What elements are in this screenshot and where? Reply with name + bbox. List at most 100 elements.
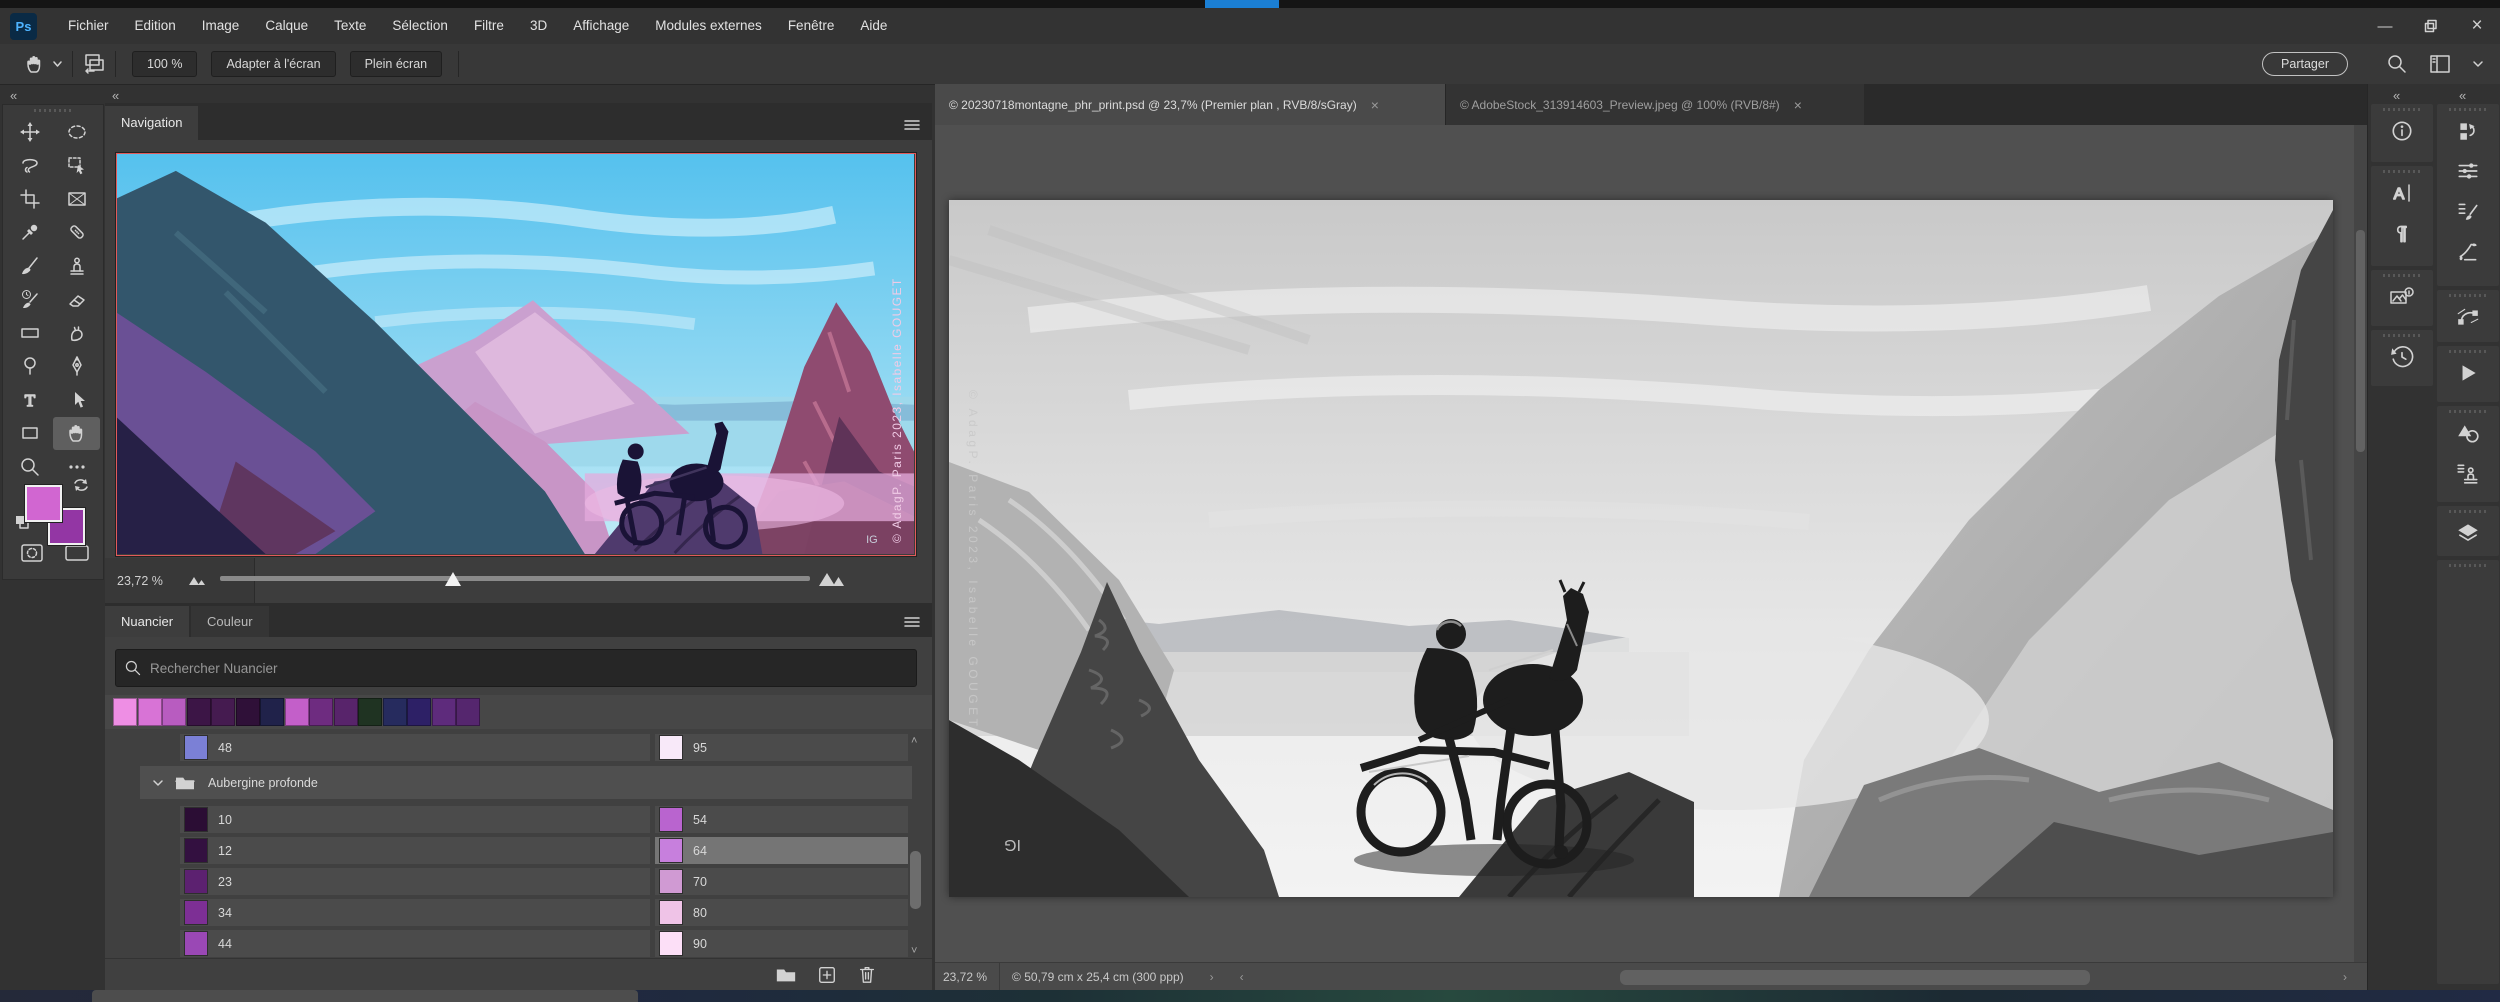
canvas-vertical-scrollbar[interactable] xyxy=(2354,125,2367,962)
lasso-tool[interactable] xyxy=(6,149,53,183)
recent-swatch[interactable] xyxy=(456,698,480,726)
swatch-group-header[interactable]: Aubergine profonde xyxy=(140,766,912,799)
scroll-up-icon[interactable]: ˄ xyxy=(911,735,917,747)
navigator-proxy-view-border[interactable] xyxy=(116,153,916,556)
tab-couleur[interactable]: Couleur xyxy=(191,606,269,637)
tool-presets-panel-button[interactable] xyxy=(2437,453,2499,493)
canvas-hscroll-thumb[interactable] xyxy=(1620,970,2090,985)
path-selection-tool[interactable] xyxy=(53,383,100,417)
tab-nuancier[interactable]: Nuancier xyxy=(105,606,189,637)
layer-comps-panel-button[interactable] xyxy=(2437,111,2499,151)
zoom-tool[interactable] xyxy=(6,450,53,484)
menu-affichage[interactable]: Affichage xyxy=(560,8,642,44)
close-tab-icon[interactable]: × xyxy=(1794,97,1802,113)
active-tool-icon-wrap[interactable] xyxy=(24,53,63,75)
trash-icon[interactable] xyxy=(857,964,877,985)
menu-modules-externes[interactable]: Modules externes xyxy=(642,8,775,44)
restore-button[interactable] xyxy=(2408,8,2454,44)
hscroll-right-icon[interactable]: › xyxy=(2343,970,2347,984)
shapes-panel-button[interactable] xyxy=(2437,413,2499,453)
menu-filtre[interactable]: Filtre xyxy=(461,8,517,44)
swatch-row-54[interactable]: 54 xyxy=(655,806,908,833)
swatch-row-64-selected[interactable]: 64 xyxy=(655,837,908,864)
swatch-row-90[interactable]: 90 xyxy=(655,930,908,957)
collapse-tools-dock-chevron[interactable]: « xyxy=(10,88,18,103)
fullscreen-button[interactable]: Plein écran xyxy=(350,51,443,77)
close-tab-icon[interactable]: × xyxy=(1371,97,1379,113)
clone-stamp-tool[interactable] xyxy=(53,249,100,283)
collapse-nav-dock-chevron[interactable]: « xyxy=(112,88,120,103)
recent-swatch[interactable] xyxy=(383,698,407,726)
status-zoom-field[interactable]: 23,72 % xyxy=(943,970,987,984)
panel-menu-icon[interactable] xyxy=(904,616,920,628)
status-expand-icon[interactable]: › xyxy=(1210,970,1214,984)
swatch-row-34[interactable]: 34 xyxy=(180,899,650,926)
document-tab-active[interactable]: © 20230718montagne_phr_print.psd @ 23,7%… xyxy=(935,84,1445,125)
workspace-icon[interactable] xyxy=(2428,53,2452,75)
swatch-search-field[interactable]: Rechercher Nuancier xyxy=(115,649,917,687)
zoom-out-mountain-icon[interactable] xyxy=(187,572,209,588)
paths-panel-button[interactable] xyxy=(2437,297,2499,337)
swatch-row-44[interactable]: 44 xyxy=(180,930,650,957)
panel-menu-icon[interactable] xyxy=(904,119,920,131)
menu-image[interactable]: Image xyxy=(189,8,253,44)
quick-mask-icon[interactable] xyxy=(20,543,44,563)
panel-drag-handle[interactable] xyxy=(34,109,72,112)
history-brush-tool[interactable] xyxy=(6,283,53,317)
zoom-in-mountain-icon[interactable] xyxy=(817,568,847,590)
swatch-scrollbar-thumb[interactable] xyxy=(910,851,921,909)
panel-drag-handle[interactable] xyxy=(2449,564,2487,567)
scroll-all-windows-toggle[interactable] xyxy=(82,52,106,76)
recent-swatch[interactable] xyxy=(113,698,137,726)
brushes-panel-button[interactable] xyxy=(2437,231,2499,271)
menu-aide[interactable]: Aide xyxy=(847,8,900,44)
foreground-color-swatch[interactable] xyxy=(25,485,62,522)
menu-edition[interactable]: Edition xyxy=(122,8,189,44)
swatch-row-12[interactable]: 12 xyxy=(180,837,650,864)
paragraph-panel-button[interactable]: ¶ xyxy=(2371,213,2433,253)
new-group-icon[interactable] xyxy=(775,965,797,985)
recent-swatch[interactable] xyxy=(309,698,333,726)
smudge-tool[interactable] xyxy=(53,316,100,350)
document-canvas[interactable]: © AdagP. Paris 2023, Isabelle GOUGET IG xyxy=(949,200,2333,897)
tab-navigation[interactable]: Navigation xyxy=(105,106,198,140)
recent-swatch[interactable] xyxy=(432,698,456,726)
navigator-zoom-slider-track[interactable] xyxy=(220,576,810,581)
recent-swatch[interactable] xyxy=(407,698,431,726)
search-icon[interactable] xyxy=(2386,53,2408,75)
properties-panel-button[interactable] xyxy=(2437,151,2499,191)
swatch-row-10[interactable]: 10 xyxy=(180,806,650,833)
marquee-tool[interactable] xyxy=(53,115,100,149)
fit-screen-button[interactable]: Adapter à l'écran xyxy=(211,51,335,77)
brush-tool[interactable] xyxy=(6,249,53,283)
crop-tool[interactable] xyxy=(6,182,53,216)
brush-settings-panel-button[interactable] xyxy=(2437,191,2499,231)
swatch-row-95[interactable]: 95 xyxy=(655,734,908,761)
hscroll-left-icon[interactable]: ‹ xyxy=(1240,970,1244,984)
hand-tool[interactable] xyxy=(53,417,100,451)
document-tab-inactive[interactable]: © AdobeStock_313914603_Preview.jpeg @ 10… xyxy=(1445,84,1864,125)
minimize-button[interactable]: — xyxy=(2362,8,2408,44)
recent-swatch[interactable] xyxy=(138,698,162,726)
history-panel-button[interactable] xyxy=(2371,337,2433,377)
swatch-row-80[interactable]: 80 xyxy=(655,899,908,926)
type-tool[interactable]: T xyxy=(6,383,53,417)
menu-calque[interactable]: Calque xyxy=(252,8,321,44)
info-panel-button[interactable] xyxy=(2371,111,2433,151)
new-swatch-icon[interactable] xyxy=(817,965,837,985)
collapse-inner-dock-chevron[interactable]: « xyxy=(2393,88,2401,103)
scroll-down-icon[interactable]: ˅ xyxy=(911,945,917,957)
frame-tool[interactable] xyxy=(53,182,100,216)
menu-selection[interactable]: Sélection xyxy=(379,8,461,44)
recent-swatch[interactable] xyxy=(187,698,211,726)
recent-swatch[interactable] xyxy=(260,698,284,726)
recent-swatch[interactable] xyxy=(162,698,186,726)
pen-tool[interactable] xyxy=(53,350,100,384)
rectangle-tool[interactable] xyxy=(6,417,53,451)
menu-fenetre[interactable]: Fenêtre xyxy=(775,8,848,44)
swap-colors-icon[interactable] xyxy=(71,477,91,495)
canvas-vscroll-thumb[interactable] xyxy=(2356,230,2365,452)
comments-panel-button[interactable] xyxy=(2371,277,2433,317)
collapse-outer-dock-chevron[interactable]: « xyxy=(2459,88,2467,103)
layers-panel-button[interactable] xyxy=(2437,513,2499,553)
